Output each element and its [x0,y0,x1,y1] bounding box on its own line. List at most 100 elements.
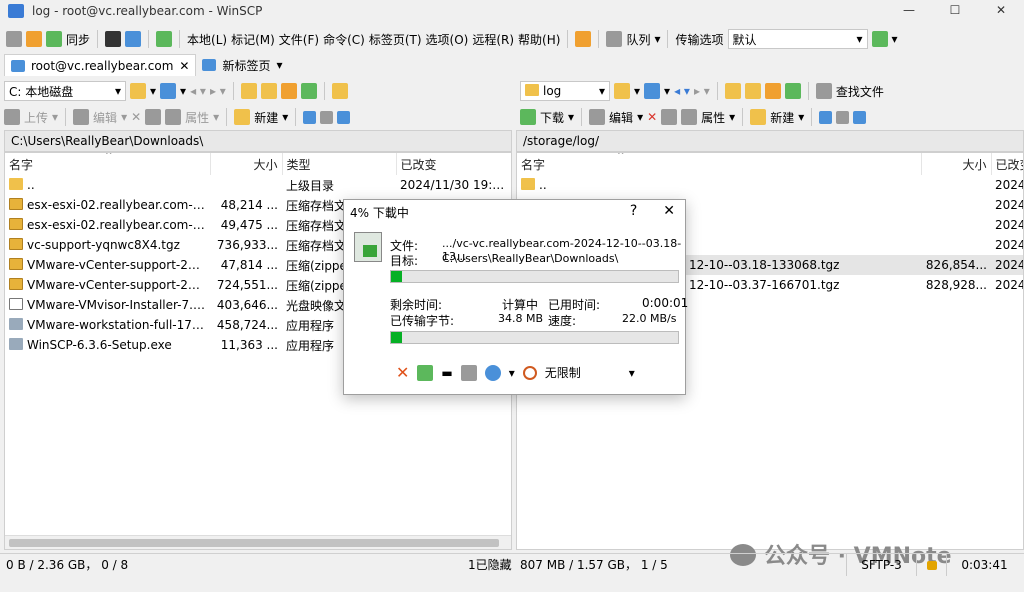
menu-local[interactable]: 本地(L) [187,31,227,48]
chevron-down-icon[interactable]: ▾ [180,84,186,98]
chevron-down-icon[interactable]: ▾ [798,110,804,124]
refresh-icon[interactable] [784,83,801,99]
home-icon[interactable] [280,83,297,99]
back-arrow-icon[interactable]: ◂ ▾ [190,84,206,98]
chevron-down-icon[interactable]: ▾ [121,110,127,124]
properties-icon [681,109,698,125]
transfer-preset-select[interactable]: 默认 ▾ [727,29,868,49]
menu-commands[interactable]: 命令(C) [323,31,365,48]
remote-path[interactable]: /storage/log/ [516,130,1024,152]
delete-icon[interactable]: ✕ [131,110,141,124]
filter-select-icon[interactable] [853,110,867,124]
col-size[interactable]: 大小 [210,153,283,175]
back-arrow-icon[interactable]: ◂ ▾ [674,84,690,98]
col-name[interactable]: 名字 ^ [517,153,922,175]
chevron-down-icon[interactable]: ▾ [664,84,670,98]
move-to-background-icon[interactable] [417,364,434,381]
chevron-down-icon[interactable]: ▾ [509,366,515,380]
col-modified[interactable]: 已改变 [991,153,1023,175]
menu-files[interactable]: 文件(F) [279,31,319,48]
download-button[interactable]: 下载 [540,109,564,126]
clipboard-icon[interactable] [460,364,477,381]
remote-properties-button[interactable]: 属性 [701,109,725,126]
menu-remote[interactable]: 远程(R) [472,31,514,48]
sync-button[interactable]: 同步 [66,31,90,48]
select-icon[interactable] [819,110,833,124]
chevron-down-icon[interactable]: ▾ [637,110,643,124]
minimize-button[interactable]: — [886,0,932,22]
close-window-button[interactable]: ✕ [978,0,1024,22]
chevron-down-icon[interactable]: ▾ [634,84,640,98]
chevron-down-icon[interactable]: ▾ [568,110,574,124]
compare-dirs-icon[interactable] [6,31,22,47]
local-properties-button[interactable]: 属性 [185,109,209,126]
rename-icon[interactable] [145,109,162,125]
scroll-thumb[interactable] [9,539,499,547]
dialog-close-button[interactable]: ✕ [663,203,675,219]
local-drive-select[interactable]: C: 本地磁盘 ▾ [4,81,126,101]
parent-dir-icon[interactable] [724,83,741,99]
chevron-down-icon[interactable]: ▾ [729,110,735,124]
remote-new-button[interactable]: 新建 [770,109,794,126]
table-row[interactable]: .. 上级目录 2024/11/30 19:39:43 [5,175,511,195]
chevron-down-icon[interactable]: ▾ [892,32,898,46]
open-folder-icon[interactable] [130,83,146,99]
remote-dir-select[interactable]: log ▾ [520,81,610,101]
close-tab-icon[interactable]: ✕ [179,59,189,73]
chevron-down-icon[interactable]: ▾ [654,32,660,46]
select-icon[interactable] [303,110,317,124]
transfer-settings-icon[interactable] [871,31,888,47]
rename-icon[interactable] [661,109,678,125]
upload-button[interactable]: 上传 [24,109,48,126]
filter-icon[interactable] [644,83,661,99]
col-modified[interactable]: 已改变 [396,153,511,175]
chevron-down-icon[interactable]: ▾ [213,110,219,124]
maximize-button[interactable]: ☐ [932,0,978,22]
col-size[interactable]: 大小 [921,153,992,175]
cancel-transfer-icon[interactable]: ✕ [396,363,409,382]
forward-arrow-icon[interactable]: ▸ ▾ [210,84,226,98]
forward-arrow-icon[interactable]: ▸ ▾ [694,84,710,98]
local-edit-button[interactable]: 编辑 [93,109,117,126]
parent-dir-icon[interactable] [240,83,257,99]
on-completion-icon[interactable] [484,364,501,381]
delete-icon[interactable]: ✕ [647,110,657,124]
find-files-button[interactable]: 查找文件 [836,83,884,100]
tab-session[interactable]: root@vc.reallybear.com ✕ [4,54,197,76]
minimize-dialog-icon[interactable]: ▬ [441,366,452,380]
local-new-button[interactable]: 新建 [254,109,278,126]
col-type[interactable]: 类型 [282,153,397,175]
menu-help[interactable]: 帮助(H) [518,31,560,48]
col-name[interactable]: 名字 ^ [5,153,211,175]
refresh-queue-icon[interactable] [156,31,173,47]
help-button[interactable]: ? [630,203,637,219]
remote-edit-button[interactable]: 编辑 [609,109,633,126]
console-icon[interactable] [105,31,122,47]
table-row[interactable]: .. 2024/ [517,175,1023,195]
gear-icon[interactable] [575,31,592,47]
find-icon[interactable] [331,83,348,99]
unselect-icon[interactable] [320,110,334,124]
menu-tabs[interactable]: 标签页(T) [369,31,422,48]
root-dir-icon[interactable] [260,83,277,99]
local-hscrollbar[interactable] [5,535,511,549]
refresh-icon[interactable] [300,83,317,99]
queue-button[interactable]: 队列 [626,31,650,48]
filter-select-icon[interactable] [337,110,351,124]
filter-icon[interactable] [160,83,177,99]
putty-icon[interactable] [125,31,142,47]
chevron-down-icon[interactable]: ▾ [282,110,288,124]
synchronize-browse-icon[interactable] [26,31,42,47]
home-icon[interactable] [764,83,781,99]
speed-limit-select[interactable]: 无限制 ▾ [545,364,635,381]
unselect-icon[interactable] [836,110,850,124]
open-folder-icon[interactable] [614,83,630,99]
menu-mark[interactable]: 标记(M) [231,31,275,48]
tab-new[interactable]: 新标签页 ▾ [196,54,288,76]
sync-icon[interactable] [46,31,62,47]
chevron-down-icon[interactable]: ▾ [52,110,58,124]
chevron-down-icon[interactable]: ▾ [150,84,156,98]
root-dir-icon[interactable] [744,83,761,99]
local-path[interactable]: C:\Users\ReallyBear\Downloads\ [4,130,512,152]
menu-options[interactable]: 选项(O) [426,31,469,48]
